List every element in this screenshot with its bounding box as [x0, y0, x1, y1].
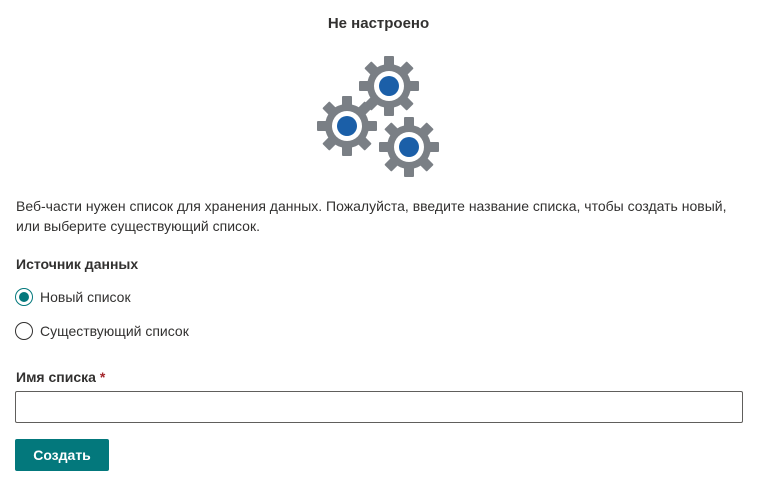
description-text: Веб-части нужен список для хранения данн… [16, 198, 727, 234]
data-source-label: Источник данных [16, 256, 139, 272]
list-name-input[interactable] [15, 391, 743, 423]
radio-label: Новый список [40, 289, 131, 305]
required-marker: * [99, 369, 106, 385]
radio-checked-icon[interactable] [15, 288, 33, 306]
radio-existing-list[interactable]: Существующий список [15, 322, 189, 340]
radio-new-list[interactable]: Новый список [15, 288, 131, 306]
list-name-label: Имя списка * [16, 369, 105, 385]
gears-icon [310, 52, 450, 184]
list-name-label-text: Имя списка [16, 369, 96, 385]
page-title: Не настроено [327, 15, 430, 32]
create-button[interactable]: Создать [15, 439, 109, 471]
radio-label: Существующий список [40, 323, 189, 339]
radio-unchecked-icon[interactable] [15, 322, 33, 340]
